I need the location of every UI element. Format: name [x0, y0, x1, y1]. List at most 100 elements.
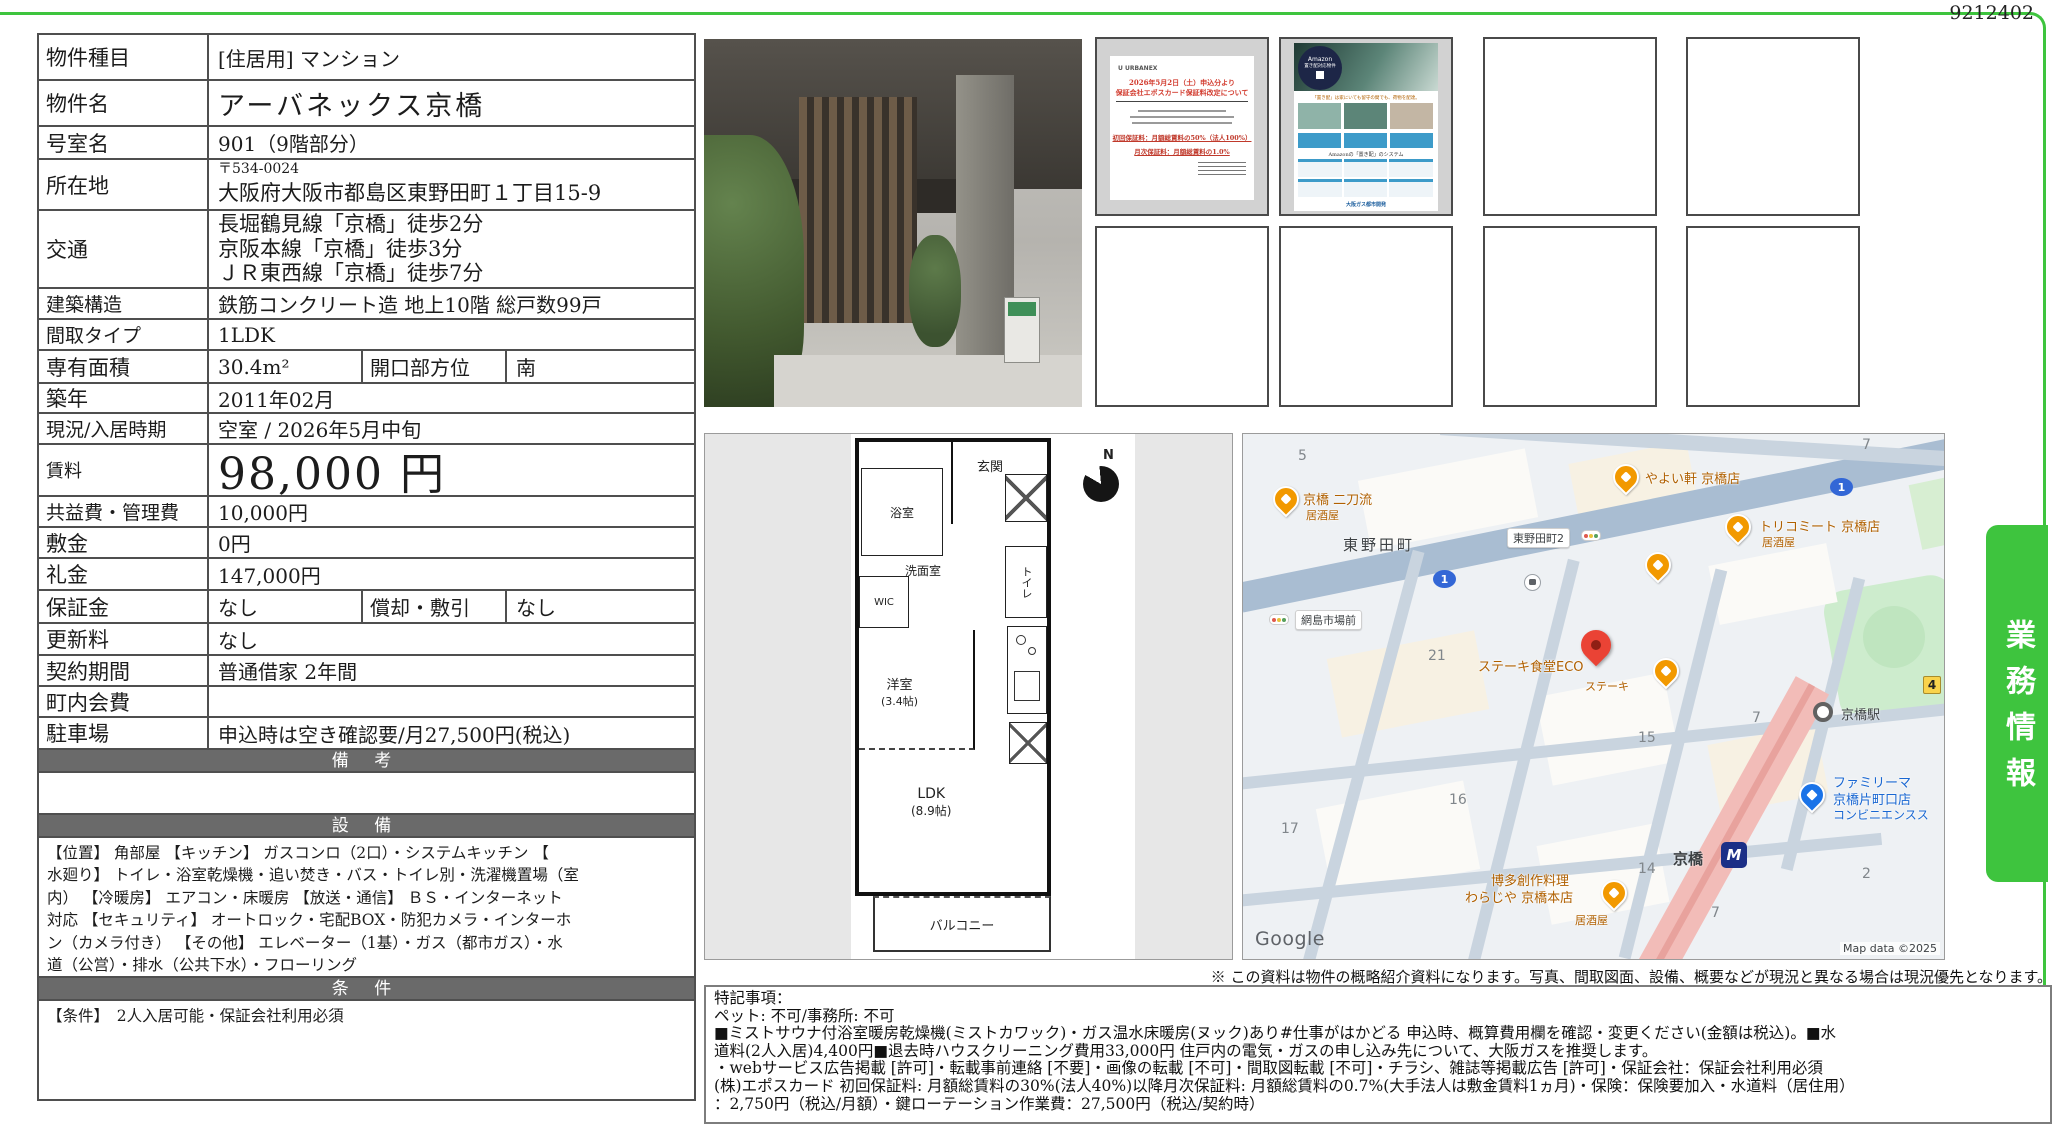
map-park [1909, 476, 1945, 550]
thumbnail-empty [1686, 37, 1860, 216]
photo-louver-wall [799, 97, 917, 323]
area-value: 30.4m² [209, 351, 361, 382]
table-row: 建築構造鉄筋コンクリート造 地上10階 総戸数99戸 [39, 287, 694, 318]
ldk-label: LDK (8.9帖) [911, 786, 951, 819]
row-label: 建築構造 [39, 289, 209, 318]
access-line: 京阪本線「京橋」徒歩3分 [218, 237, 462, 262]
table-row: 専有面積 30.4m² 開口部方位 南 [39, 349, 694, 382]
remarks-value [39, 773, 694, 813]
thumb2-bluebox [1344, 133, 1387, 148]
tab-business-info[interactable]: 業務情報 [1986, 525, 2048, 882]
rent-value: 98,000 円 [209, 445, 694, 495]
bus-stop-icon [1524, 574, 1541, 591]
access-line: ＪＲ東西線「京橋」徒歩7分 [218, 261, 483, 286]
row-label: 専有面積 [39, 351, 209, 382]
route-4-shield: 4 [1923, 676, 1941, 694]
station-name: 京橋駅 [1841, 704, 1880, 723]
property-sheet-page: { "doc_number": "9212402", "side_tab_lab… [0, 0, 2056, 1124]
row-label: 物件名 [39, 81, 209, 125]
bath-room: 浴室 [861, 468, 943, 556]
table-row: 礼金147,000円 [39, 557, 694, 589]
table-row: 契約期間普通借家 2年間 [39, 654, 694, 685]
row-label: 駐車場 [39, 718, 209, 748]
amortization-label: 償却・敷引 [361, 591, 507, 622]
map-block-number: 14 [1638, 861, 1656, 877]
guarantee-value: なし [209, 591, 361, 622]
row-label: 共益費・管理費 [39, 497, 209, 526]
poi-name: ステーキ食堂ECO [1478, 656, 1584, 675]
facing-value: 南 [507, 351, 694, 382]
notes-line: 道料(2人入居)4,400円■退去時ハウスクリーニング費用33,000円 住戸内… [714, 1043, 2042, 1061]
row-label: 敷金 [39, 528, 209, 557]
map-park [1863, 606, 1925, 668]
map-copyright: Map data ©2025 [1840, 942, 1940, 955]
thumb2-badge-line2: 置き配対応物件 [1298, 63, 1342, 69]
row-value: 147,000円 [209, 559, 694, 589]
poi-category: ステーキ [1585, 678, 1629, 694]
thumbnail-empty [1095, 226, 1269, 407]
map-building [1327, 630, 1490, 737]
equipment-header: 設 備 [39, 813, 694, 836]
floorplan-margin [705, 434, 851, 960]
wall [951, 438, 953, 524]
row-value: 901（9階部分） [209, 127, 694, 158]
map-block-number: 17 [1281, 821, 1299, 837]
row-label: 礼金 [39, 559, 209, 589]
row-value [209, 687, 694, 716]
photo-sign [1004, 297, 1040, 363]
table-row: 共益費・管理費10,000円 [39, 495, 694, 526]
remarks-header: 備 考 [39, 748, 694, 771]
station-marker [1813, 702, 1833, 722]
route-1-shield: 1 [1433, 570, 1456, 588]
thumb2-bluebox [1298, 133, 1341, 148]
map-block-number: 16 [1449, 792, 1467, 808]
wic-room: WIC [859, 576, 909, 628]
thumb1-title-line2: 保証会社エポスカード保証料改定について [1110, 88, 1254, 98]
conditions-header: 条 件 [39, 976, 694, 999]
thumbnail-empty [1483, 37, 1657, 216]
row-value: 1LDK [209, 320, 694, 349]
facing-label: 開口部方位 [361, 351, 507, 382]
thumb2-grid [1298, 159, 1433, 197]
compass-icon [1083, 466, 1119, 502]
address: 大阪府大阪市都島区東野田町１丁目15-9 [218, 177, 601, 207]
table-row: 保証金 なし 償却・敷引 なし [39, 589, 694, 622]
thumb2-footer-logo: 大阪ガス都市開発 [1294, 201, 1438, 208]
compass-north-label: N [1103, 448, 1114, 463]
property-photo [704, 39, 1082, 407]
row-value: 10,000円 [209, 497, 694, 526]
row-label: 号室名 [39, 127, 209, 158]
access-line: 長堀鶴見線「京橋」徒歩2分 [218, 212, 483, 237]
table-row: 号室名901（9階部分） [39, 125, 694, 158]
map-intersection-label: 東野田町2 [1507, 528, 1570, 548]
poi-name: 京橋 二刀流 [1303, 489, 1372, 508]
amortization-value: なし [507, 591, 694, 622]
washroom-label: 洗面室 [905, 562, 941, 579]
row-label: 賃料 [39, 445, 209, 495]
entrance-label: 玄関 [977, 456, 1003, 475]
poi-name: やよい軒 京橋店 [1645, 468, 1740, 487]
thumbnail-guarantor-notice: U URBANEX 2026年5月2日（土）申込分より 保証会社エポスカード保証… [1095, 37, 1269, 216]
row-value: なし [209, 624, 694, 654]
row-label: 契約期間 [39, 656, 209, 685]
map-intersection-label: 網島市場前 [1295, 610, 1362, 630]
poi-category: 居酒屋 [1306, 507, 1339, 523]
table-row: 町内会費 [39, 685, 694, 716]
row-label: 物件種目 [39, 35, 209, 79]
row-label: 保証金 [39, 591, 209, 622]
postal-code: 〒534-0024 [218, 162, 299, 177]
thumb2-badge-line1: Amazon [1298, 56, 1342, 63]
notes-line: ・webサービス広告掲載 [許可]・転載事前連絡 [不要]・画像の転載 [不可]… [714, 1060, 2042, 1078]
poi-category: 居酒屋 [1575, 912, 1608, 928]
map-building [1708, 543, 1837, 625]
cvs-category: コンビニエンスス [1833, 806, 1929, 823]
thumb1-title-line1: 2026年5月2日（土）申込分より [1110, 78, 1254, 88]
thumbnail-empty [1279, 226, 1453, 407]
floorplan-margin [1135, 434, 1233, 960]
equipment-line: 【位置】 角部屋 【キッチン】 ガスコンロ（2口）・システムキッチン 【 [47, 842, 686, 864]
row-value: 鉄筋コンクリート造 地上10階 総戸数99戸 [209, 289, 694, 318]
restaurant-pin [1268, 481, 1305, 518]
row-value: 0円 [209, 528, 694, 557]
poi-name: わらじや 京橋本店 [1465, 887, 1573, 906]
table-row: 交通 長堀鶴見線「京橋」徒歩2分 京阪本線「京橋」徒歩3分 ＪＲ東西線「京橋」徒… [39, 209, 694, 287]
